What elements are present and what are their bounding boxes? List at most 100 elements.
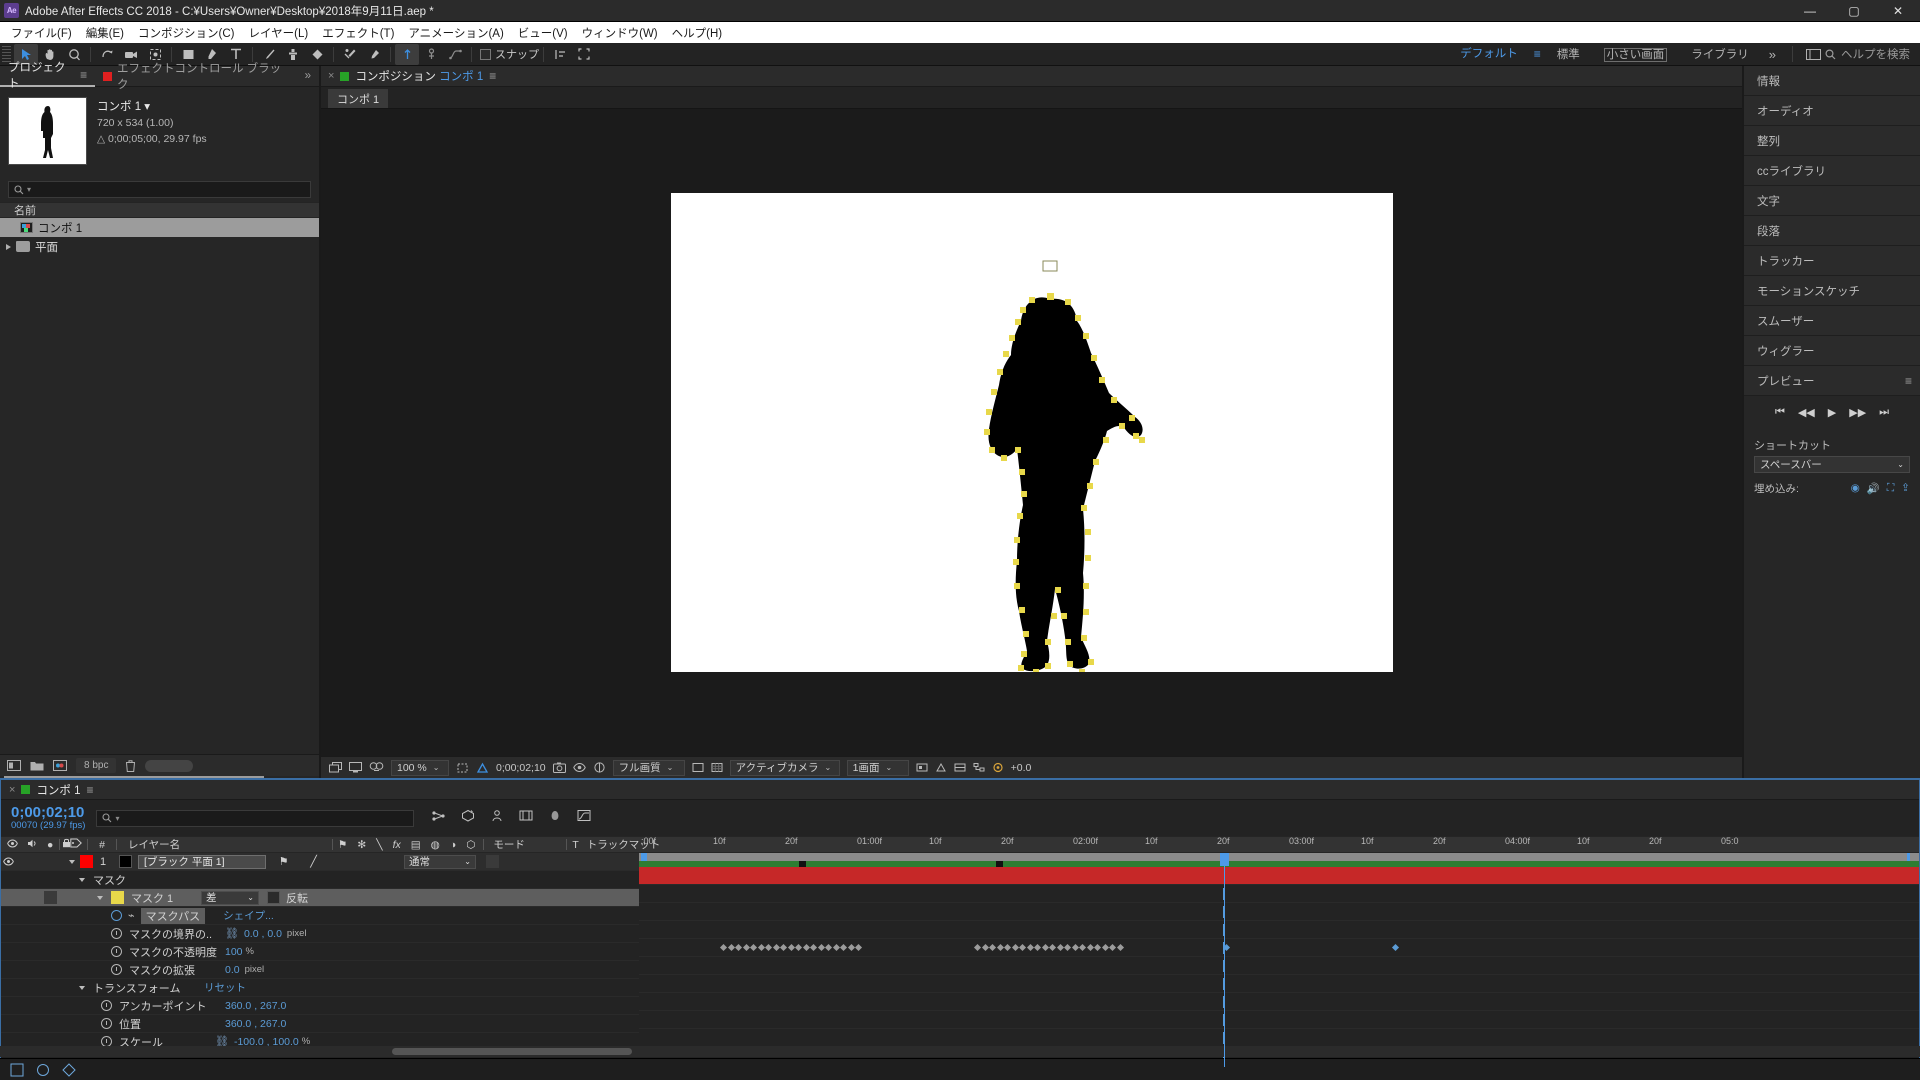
property-row-maskfeather[interactable]: マスクの境界の.. ⛓ 0.0 , 0.0 pixel [1, 925, 639, 943]
anchor-align-icon[interactable] [395, 43, 419, 65]
keyframe[interactable] [1048, 943, 1057, 952]
maskfeather-stopwatch-icon[interactable] [111, 928, 122, 939]
tab-project[interactable]: プロジェクト ≡ [0, 62, 96, 90]
minimize-button[interactable]: — [1788, 0, 1832, 22]
workspace-libraries[interactable]: ライブラリ [1679, 46, 1761, 62]
anchorpoint-value[interactable]: 360.0 , 267.0 [225, 1000, 286, 1012]
zoom-level-dropdown[interactable]: 100 % ⌄ [391, 759, 449, 776]
region-interest-icon[interactable] [692, 762, 704, 773]
taskbar-icon-2[interactable] [36, 1063, 50, 1077]
keyframe[interactable] [1071, 943, 1079, 952]
mask-lock-box[interactable] [44, 891, 57, 904]
anchorpoint-stopwatch-icon[interactable] [101, 1000, 112, 1011]
graph-tool-icon[interactable] [443, 44, 467, 65]
mask-visibility-icon[interactable] [369, 762, 384, 773]
snap-toggle[interactable]: スナップ [480, 46, 539, 62]
project-panel-menu-icon[interactable]: ≡ [80, 68, 87, 82]
menu-view[interactable]: ビュー(V) [511, 23, 575, 43]
region-of-interest-icon[interactable] [456, 762, 469, 774]
keyframe[interactable] [742, 943, 750, 952]
layer-motionblur-switch[interactable] [352, 853, 367, 871]
layer-adjustment-switch[interactable] [367, 853, 382, 871]
project-tabs-overflow[interactable]: » [297, 66, 319, 87]
eraser-tool-icon[interactable] [305, 44, 329, 65]
keyframe[interactable] [1391, 943, 1400, 952]
transform-twirl-icon[interactable] [79, 985, 85, 990]
help-search[interactable]: ヘルプを検索 [1825, 46, 1920, 62]
keyframe[interactable] [839, 943, 848, 952]
keyframe[interactable] [779, 943, 788, 952]
embed-export-icon[interactable]: ⇪ [1901, 482, 1910, 495]
motion-blur-icon[interactable] [548, 809, 562, 827]
draft-3d-icon[interactable] [461, 809, 475, 827]
layer-frameblend-switch[interactable] [337, 853, 352, 871]
layer-solo-toggle[interactable] [31, 853, 46, 871]
keyframe[interactable] [1056, 943, 1064, 952]
graph-row[interactable] [639, 975, 1919, 993]
layer-mode-dropdown[interactable]: 通常 ⌄ [404, 854, 476, 869]
taskbar-icon-3[interactable] [62, 1062, 76, 1077]
maskopacity-value[interactable]: 100 [225, 946, 243, 958]
keyframe[interactable] [787, 943, 795, 952]
timeline-layer-row[interactable]: 1 [ブラック 平面 1] ⚑ ╱ 通常 ⌄ [1, 853, 639, 871]
panel-audio[interactable]: オーディオ [1744, 96, 1920, 126]
mask-mode-dropdown[interactable]: 差 ⌄ [201, 890, 259, 905]
comp-timecode[interactable]: 0;00;02;10 [496, 762, 546, 774]
graph-row[interactable] [639, 939, 1919, 957]
keyframe[interactable] [832, 943, 840, 952]
menu-file[interactable]: ファイル(F) [4, 23, 79, 43]
workspace-layout-icon[interactable] [1801, 44, 1825, 65]
puppet-pin-tool-icon[interactable] [362, 44, 386, 65]
current-time-indicator-head[interactable] [1220, 853, 1229, 866]
embed-eye-icon[interactable]: ◉ [1851, 482, 1860, 495]
keyframe[interactable] [1078, 943, 1087, 952]
property-row-position[interactable]: 位置 360.0 , 267.0 [1, 1015, 639, 1033]
embed-frame-icon[interactable]: ⛶ [1887, 482, 1894, 495]
property-row-masks[interactable]: マスク [1, 871, 639, 889]
layers-icon[interactable] [329, 762, 342, 773]
panel-character[interactable]: 文字 [1744, 186, 1920, 216]
menu-edit[interactable]: 編集(E) [79, 23, 131, 43]
keyframe[interactable] [1116, 943, 1124, 952]
graph-row[interactable] [639, 993, 1919, 1011]
align-tool-icon[interactable] [548, 44, 572, 65]
layer-name-field[interactable]: [ブラック 平面 1] [138, 854, 266, 869]
close-icon[interactable]: × [9, 784, 15, 796]
tab-timeline-comp[interactable]: コンポ 1 [36, 782, 80, 798]
new-composition-icon[interactable] [53, 760, 67, 771]
workspace-standard[interactable]: 標準 [1545, 46, 1592, 62]
timeline-timecode-block[interactable]: 0;00;02;10 00070 (29.97 fps) [1, 804, 85, 831]
keyframe[interactable] [757, 943, 765, 952]
panel-preview[interactable]: プレビュー ≡ [1744, 366, 1920, 396]
next-frame-button[interactable]: ▶▶ [1849, 406, 1866, 419]
new-folder-icon[interactable] [30, 760, 44, 771]
keyframe[interactable] [824, 943, 833, 952]
hide-shy-layers-icon[interactable] [490, 809, 504, 827]
close-button[interactable]: ✕ [1876, 0, 1920, 22]
preview-panel-menu-icon[interactable]: ≡ [1905, 374, 1912, 388]
resolution-dropdown[interactable]: フル画質 ⌄ [612, 759, 685, 776]
graph-row[interactable] [639, 1029, 1919, 1047]
snap-checkbox[interactable] [480, 48, 491, 60]
exposure-reset-icon[interactable] [992, 762, 1004, 773]
keyframe[interactable] [719, 943, 728, 952]
disclosure-triangle-icon[interactable] [6, 243, 11, 250]
keyframe[interactable] [1108, 943, 1117, 952]
keyframe[interactable] [1086, 943, 1094, 952]
composition-mini-flowchart-icon[interactable] [432, 809, 446, 827]
work-area-start-handle[interactable] [641, 853, 647, 861]
embed-audio-icon[interactable]: 🔊 [1867, 482, 1880, 495]
keyframe[interactable] [802, 943, 810, 952]
keyframe[interactable] [809, 943, 818, 952]
monitor-icon[interactable] [349, 762, 362, 773]
layer-audio-toggle[interactable] [16, 853, 31, 871]
frame-blending-icon[interactable] [519, 809, 533, 827]
panel-info[interactable]: 情報 [1744, 66, 1920, 96]
list-item-comp1[interactable]: コンポ 1 [0, 218, 319, 237]
first-frame-button[interactable]: ⏮ [1775, 406, 1785, 419]
menu-help[interactable]: ヘルプ(H) [665, 23, 729, 43]
tab-effect-controls[interactable]: エフェクトコントロール ブラック [95, 63, 296, 91]
maximize-button[interactable]: ▢ [1832, 0, 1876, 22]
layer-duration-bar[interactable] [639, 867, 1919, 885]
layer-twirl-icon[interactable] [69, 859, 75, 864]
